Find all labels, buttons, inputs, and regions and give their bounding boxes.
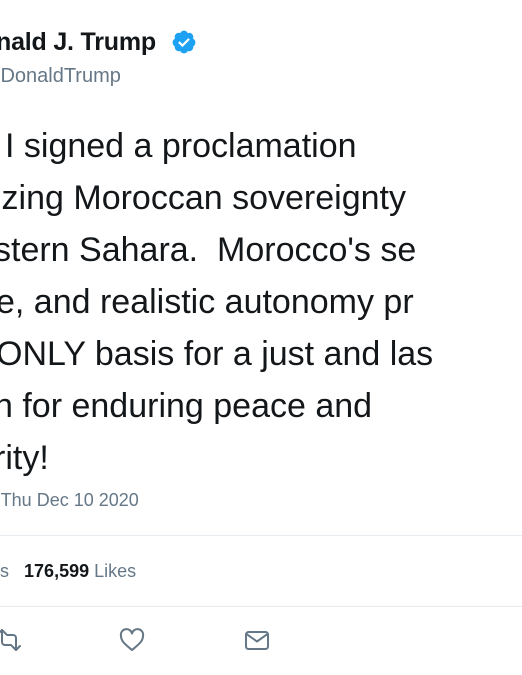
tweet-card: nald J. Trump lDonaldTrump I signed a pr… — [0, 0, 522, 675]
retweet-button[interactable] — [0, 625, 24, 655]
likes-label[interactable]: Likes — [94, 561, 136, 581]
likes-count[interactable]: 176,599 — [24, 561, 89, 581]
retweets-label[interactable]: ets — [0, 561, 9, 581]
heart-icon — [119, 628, 145, 651]
message-icon — [245, 631, 269, 650]
timestamp-text: Thu Dec 10 2020 — [0, 490, 139, 510]
verified-badge-icon — [171, 29, 197, 55]
divider — [0, 606, 522, 607]
tweet-line: I signed a proclamation — [5, 127, 357, 165]
display-name[interactable]: nald J. Trump — [0, 28, 156, 57]
tweet-line: rity! — [0, 439, 49, 477]
tweet-line: ONLY basis for a just and las — [0, 335, 434, 373]
retweet-icon — [0, 629, 21, 651]
tweet-line: stern Sahara. Morocco's se — [0, 231, 417, 269]
divider — [0, 535, 522, 536]
tweet-line: n for enduring peace and — [0, 387, 373, 425]
tweet-stats: ets 176,599 Likes — [0, 561, 136, 582]
message-button[interactable] — [242, 625, 272, 655]
tweet-line: e, and realistic autonomy pr — [0, 283, 414, 321]
tweet-line: izing Moroccan sovereignty — [0, 179, 406, 217]
user-handle[interactable]: lDonaldTrump — [0, 65, 121, 88]
like-button[interactable] — [117, 625, 147, 655]
tweet-timestamp[interactable]: · Thu Dec 10 2020 — [0, 490, 139, 511]
